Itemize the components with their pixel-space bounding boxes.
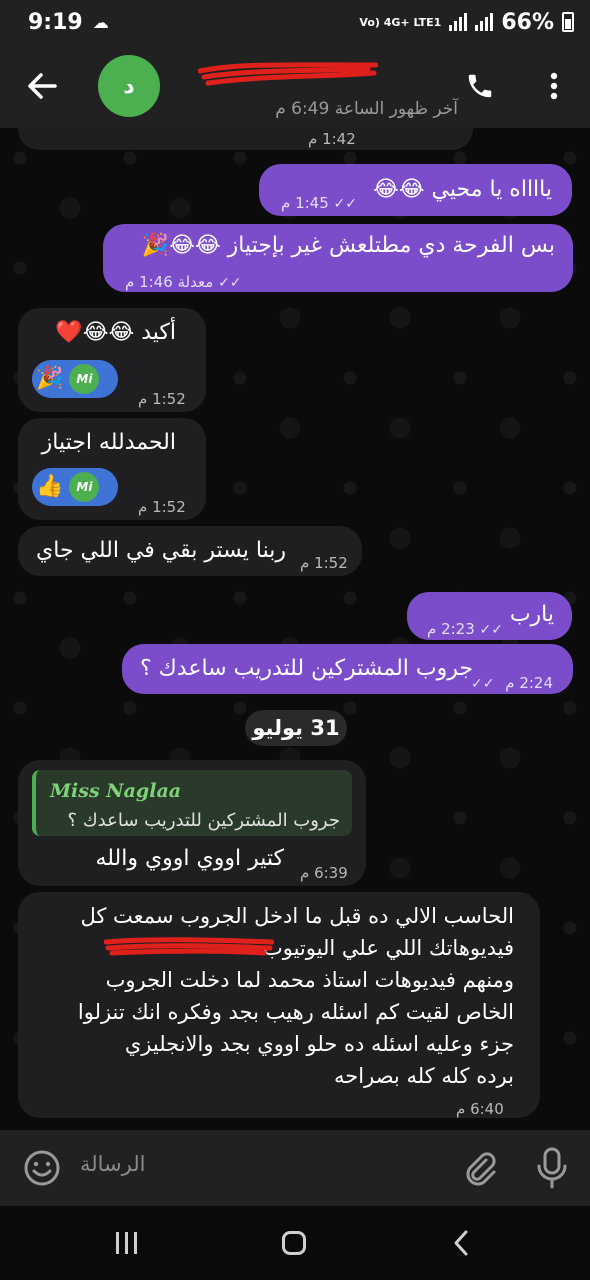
status-bar: 9:19 ☁ Vo) 4G+ LTE1 66% bbox=[0, 0, 590, 44]
call-button[interactable] bbox=[458, 64, 502, 108]
thumbs-up-emoji: 👍 bbox=[36, 474, 64, 499]
paperclip-icon bbox=[466, 1152, 496, 1186]
message-text: بس الفرحة دي مطتلعش غير بإجتياز 😂😂🎉 bbox=[141, 233, 555, 258]
reply-quote[interactable]: Miss Naglaa جروب المشتركين للتدريب ساعدك… bbox=[32, 770, 352, 836]
message-text: الحمدلله اجتياز bbox=[41, 430, 176, 455]
redacted-name-scribble bbox=[198, 62, 378, 86]
last-seen-status: آخر ظهور الساعة 6:49 م bbox=[275, 99, 458, 119]
message-outgoing[interactable]: يارب ✓✓ 2:23 م bbox=[407, 592, 572, 640]
quote-author: Miss Naglaa bbox=[50, 780, 182, 802]
message-text: الحاسب الالي ده قبل ما ادخل الجروب سمعت … bbox=[34, 900, 514, 1092]
message-line: الحاسب الالي ده قبل ما ادخل الجروب سمعت … bbox=[80, 904, 514, 928]
message-incoming[interactable]: أكيد 😂😂❤️ 🎉 Mi 1:52 م bbox=[18, 308, 206, 412]
back-button[interactable] bbox=[0, 44, 84, 128]
double-check-icon: ✓✓ bbox=[479, 622, 510, 638]
chat-header: د آخر ظهور الساعة 6:49 م bbox=[0, 44, 590, 128]
home-button[interactable] bbox=[282, 1231, 306, 1255]
message-time: 1:52 م bbox=[138, 390, 186, 408]
party-popper-emoji: 🎉 bbox=[36, 366, 64, 391]
message-text: كتير اووي اووي والله bbox=[95, 846, 284, 871]
contact-info[interactable]: آخر ظهور الساعة 6:49 م bbox=[178, 55, 458, 119]
message-line: برده كله كله بصراحه bbox=[334, 1064, 514, 1088]
battery-level: 66% bbox=[501, 9, 554, 35]
phone-icon bbox=[468, 74, 492, 98]
redaction-scribble bbox=[104, 937, 274, 956]
message-text: أكيد 😂😂❤️ bbox=[55, 320, 176, 345]
cloud-icon: ☁ bbox=[92, 12, 109, 32]
quote-text: جروب المشتركين للتدريب ساعدك ؟ bbox=[67, 810, 340, 831]
message-text: يارب bbox=[509, 602, 554, 627]
status-time: 9:19 bbox=[28, 9, 83, 35]
signal-icon bbox=[449, 13, 468, 31]
message-incoming[interactable]: 1:42 م bbox=[18, 128, 473, 150]
reaction-user-avatar: Mi bbox=[69, 364, 100, 394]
arrow-left-icon bbox=[28, 73, 57, 99]
date-separator: 31 يوليو bbox=[245, 710, 347, 746]
message-line: الخاص لقيت كم اسئله رهيب بجد وفكره انك ت… bbox=[77, 1000, 514, 1024]
voice-message-button[interactable] bbox=[532, 1146, 572, 1190]
message-text: ربنا يستر بقي في اللي جاي bbox=[36, 538, 286, 563]
smiley-icon bbox=[24, 1150, 60, 1186]
message-incoming[interactable]: Miss Naglaa جروب المشتركين للتدريب ساعدك… bbox=[18, 760, 366, 886]
message-incoming[interactable]: ربنا يستر بقي في اللي جاي 1:52 م bbox=[18, 526, 362, 576]
signal-icon-2 bbox=[475, 13, 494, 31]
network-indicator: Vo) 4G+ LTE1 bbox=[359, 15, 442, 29]
attach-button[interactable] bbox=[460, 1148, 500, 1188]
emoji-button[interactable] bbox=[22, 1148, 62, 1188]
message-time: ✓✓ معدلة 1:46 م bbox=[125, 273, 248, 291]
message-time: ✓✓ 1:45 م bbox=[281, 194, 364, 212]
system-back-button[interactable] bbox=[450, 1229, 474, 1257]
message-time: 6:39 م bbox=[300, 864, 348, 882]
message-time: 6:40 م bbox=[456, 1100, 504, 1118]
message-time: 1:42 م bbox=[308, 130, 356, 148]
message-composer: الرسالة bbox=[0, 1130, 590, 1206]
chat-messages[interactable]: 1:42 م يااااه يا محيي 😂😂 ✓✓ 1:45 م بس ال… bbox=[0, 128, 590, 1130]
message-line: ومنهم فيديوهات استاذ محمد لما دخلت الجرو… bbox=[105, 968, 514, 992]
battery-icon bbox=[562, 12, 574, 32]
message-line: جزء وعليه اسئله ده حلو اووي بجد والانجلي… bbox=[124, 1032, 514, 1056]
message-input[interactable]: الرسالة bbox=[80, 1152, 145, 1176]
message-incoming[interactable]: الحمدلله اجتياز 👍 Mi 1:52 م bbox=[18, 418, 206, 520]
reaction-pill[interactable]: 👍 Mi bbox=[32, 468, 118, 506]
chevron-left-icon bbox=[454, 1230, 468, 1256]
message-time: 1:52 م bbox=[300, 554, 348, 572]
more-vertical-icon bbox=[550, 72, 558, 100]
message-time: 1:52 م bbox=[138, 498, 186, 516]
recents-button[interactable] bbox=[116, 1232, 142, 1254]
message-outgoing[interactable]: يااااه يا محيي 😂😂 ✓✓ 1:45 م bbox=[259, 164, 572, 216]
reaction-pill[interactable]: 🎉 Mi bbox=[32, 360, 118, 398]
more-options-button[interactable] bbox=[532, 64, 576, 108]
message-text: يااااه يا محيي 😂😂 bbox=[373, 177, 552, 202]
double-check-icon: ✓✓ bbox=[333, 196, 364, 212]
message-time: ✓✓ 2:23 م bbox=[427, 620, 510, 638]
message-incoming[interactable]: الحاسب الالي ده قبل ما ادخل الجروب سمعت … bbox=[18, 892, 540, 1118]
message-text: جروب المشتركين للتدريب ساعدك ؟ bbox=[140, 656, 473, 681]
avatar[interactable]: د bbox=[98, 55, 160, 117]
message-outgoing[interactable]: جروب المشتركين للتدريب ساعدك ؟ 2:24 م ✓✓ bbox=[122, 644, 573, 694]
double-check-icon: ✓✓ bbox=[471, 676, 501, 692]
microphone-icon bbox=[537, 1147, 567, 1189]
reaction-user-avatar: Mi bbox=[69, 472, 100, 502]
message-time: 2:24 م ✓✓ bbox=[471, 674, 553, 692]
message-line: فيديوهاتك اللي علي اليوتيوب bbox=[34, 932, 514, 964]
double-check-icon: ✓✓ bbox=[218, 275, 248, 291]
system-navigation-bar bbox=[0, 1206, 590, 1280]
message-outgoing[interactable]: بس الفرحة دي مطتلعش غير بإجتياز 😂😂🎉 ✓✓ م… bbox=[103, 224, 573, 292]
